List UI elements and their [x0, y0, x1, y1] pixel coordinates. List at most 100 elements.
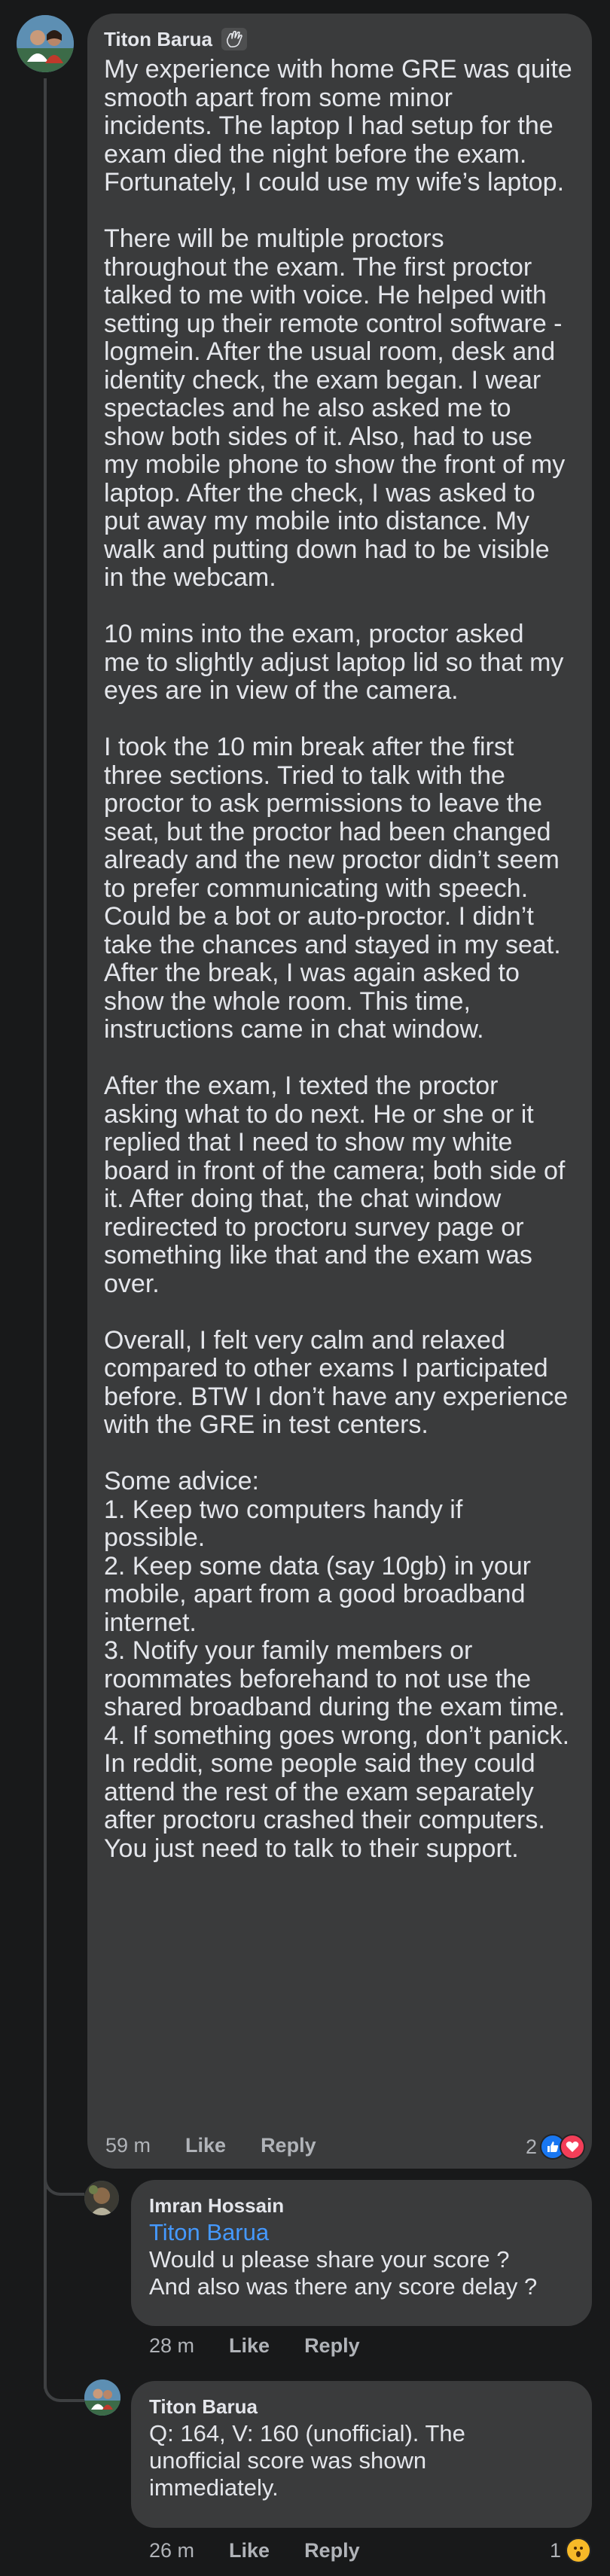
comment-line: my mobile phone to show the front of my	[104, 450, 566, 479]
reply-timestamp[interactable]: 26 m	[149, 2539, 194, 2562]
comment-line: setting up their remote control software…	[104, 309, 563, 338]
comment-line: smooth apart from some minor	[104, 83, 453, 112]
comment-line: with the GRE in test centers.	[104, 1410, 429, 1439]
comment-line: 1. Keep two computers handy if	[104, 1495, 463, 1524]
comment-line: show the whole room. This time,	[104, 986, 471, 1016]
profile-photo-icon	[84, 2181, 119, 2215]
comment-line: Some advice:	[104, 1467, 259, 1495]
comment-line: instructions came in chat window.	[104, 1015, 484, 1044]
comment-line: compared to other exams I participated	[104, 1354, 548, 1383]
comment-line: After the exam, I texted the proctor	[104, 1072, 499, 1100]
reply-line: immediately.	[149, 2474, 279, 2501]
comment-line: I took the 10 min break after the first	[104, 733, 514, 761]
comment-line: In reddit, some people said they could	[104, 1749, 535, 1778]
comment-line: possible.	[104, 1523, 206, 1552]
avatar-titon-barua-small[interactable]	[84, 2379, 120, 2416]
reply-line: Q: 164, V: 160 (unofficial). The	[149, 2420, 465, 2446]
comment-line: 2. Keep some data (say 10gb) in your	[104, 1551, 531, 1581]
comment-line: attend the rest of the exam separately	[104, 1777, 534, 1806]
reply-connector	[44, 2357, 84, 2402]
reply-author-name[interactable]: Imran Hossain	[149, 2193, 575, 2218]
comment-line: logmein. After the usual room, desk and	[104, 337, 556, 366]
mention-link[interactable]: Titon Barua	[149, 2219, 575, 2246]
like-button[interactable]: Like	[185, 2134, 226, 2157]
comment-line: to prefer communicating with speech.	[104, 873, 529, 903]
comment-line: after proctoru crashed their computers.	[104, 1806, 545, 1834]
comment-line: talked to me with voice. He helped with	[104, 281, 547, 309]
comment-line: take the chances and stayed in my seat.	[104, 930, 561, 959]
reply-button[interactable]: Reply	[304, 2539, 360, 2562]
reply-2-reaction-summary[interactable]: 1	[550, 2538, 592, 2563]
comment-line: it. After doing that, the chat window	[104, 1184, 502, 1213]
like-button[interactable]: Like	[229, 2334, 270, 2358]
comment-line: 10 mins into the exam, proctor asked	[104, 620, 524, 648]
reply-bubble-1: Imran Hossain Titon Barua Would u please…	[131, 2180, 592, 2326]
wow-icon	[566, 2538, 592, 2563]
avatar-imran-hossain[interactable]	[84, 2181, 119, 2215]
comment-line: three sections. Tried to talk with the	[104, 761, 505, 790]
comment-line: After the break, I was again asked to	[104, 959, 520, 987]
reply-line: Would u please share your score ?	[149, 2246, 510, 2273]
comment-line: already and the new proctor didn’t seem	[104, 846, 560, 874]
reply-author-name[interactable]: Titon Barua	[149, 2395, 575, 2419]
comment-line: eyes are in view of the camera.	[104, 676, 459, 705]
comment-line: put away my mobile into distance. My	[104, 507, 530, 535]
comment-line: Could be a bot or auto-proctor. I didn’t	[104, 902, 534, 931]
top-fan-badge	[221, 28, 247, 50]
reply-connector	[44, 2152, 84, 2196]
profile-photo-icon	[17, 15, 74, 72]
comment-line: My experience with home GRE was quite	[104, 55, 572, 84]
comment-line: Fortunately, I could use my wife’s lapto…	[104, 168, 565, 197]
comment-line: incidents. The laptop I had setup for th…	[104, 111, 554, 140]
comment-line: in the webcam.	[104, 563, 276, 592]
comment-line: shared broadband during the exam time.	[104, 1693, 566, 1721]
main-comment-actions: 59 m Like Reply	[105, 2134, 351, 2157]
avatar-titon-barua[interactable]	[17, 15, 74, 72]
comment-line: proctor to ask permissions to leave the	[104, 789, 543, 818]
comment-line: You just need to talk to their support.	[104, 1834, 519, 1863]
comment-line: something like that and the exam was	[104, 1241, 532, 1270]
comment-line: Overall, I felt very calm and relaxed	[104, 1325, 505, 1355]
reply-line: unofficial score was shown	[149, 2447, 427, 2474]
comment-line: spectacles and he also asked me to	[104, 394, 511, 422]
comment-line: mobile, apart from a good broadband	[104, 1580, 526, 1608]
comment-line: over.	[104, 1269, 160, 1298]
comment-body: My experience with home GRE was quite smo…	[104, 55, 574, 1863]
comment-line: me to slightly adjust laptop lid so that…	[104, 648, 564, 677]
reaction-count: 2	[526, 2135, 538, 2158]
comment-line: 4. If something goes wrong, don’t panick…	[104, 1721, 570, 1750]
comment-line: board in front of the camera; both side …	[104, 1156, 566, 1185]
comment-line: redirected to proctoru survey page or	[104, 1212, 524, 1242]
comment-line: asking what to do next. He or she or it	[104, 1099, 534, 1129]
reply-button[interactable]: Reply	[261, 2134, 316, 2157]
comment-line: internet.	[104, 1608, 197, 1637]
comment-line: seat, but the proctor had been changed	[104, 817, 551, 846]
comment-line: roommates beforehand to not use the	[104, 1664, 532, 1693]
comment-line: 3. Notify your family members or	[104, 1636, 473, 1665]
comment-line: laptop. After the check, I was asked to	[104, 478, 535, 508]
profile-photo-icon	[84, 2379, 120, 2416]
comment-timestamp[interactable]: 59 m	[105, 2134, 151, 2157]
reply-2-actions: 26 m Like Reply	[149, 2539, 395, 2562]
reply-line: And also was there any score delay ?	[149, 2273, 538, 2300]
comment-line: throughout the exam. The first proctor	[104, 252, 532, 282]
comment-line: before. BTW I don’t have any experience	[104, 1382, 569, 1411]
like-button[interactable]: Like	[229, 2539, 270, 2562]
comment-author-name[interactable]: Titon Barua	[104, 27, 212, 51]
comment-line: walk and putting down had to be visible	[104, 535, 550, 564]
love-icon	[560, 2134, 586, 2160]
comment-line: show both sides of it. Also, had to use	[104, 422, 532, 451]
thread-line	[44, 78, 47, 2258]
reply-1-actions: 28 m Like Reply	[149, 2334, 395, 2358]
reply-timestamp[interactable]: 28 m	[149, 2334, 194, 2358]
reply-button[interactable]: Reply	[304, 2334, 360, 2358]
comment-line: There will be multiple proctors	[104, 224, 444, 253]
reaction-summary[interactable]: 2	[526, 2134, 586, 2160]
reply-bubble-2: Titon Barua Q: 164, V: 160 (unofficial).…	[131, 2381, 592, 2528]
reaction-count: 1	[550, 2538, 562, 2562]
